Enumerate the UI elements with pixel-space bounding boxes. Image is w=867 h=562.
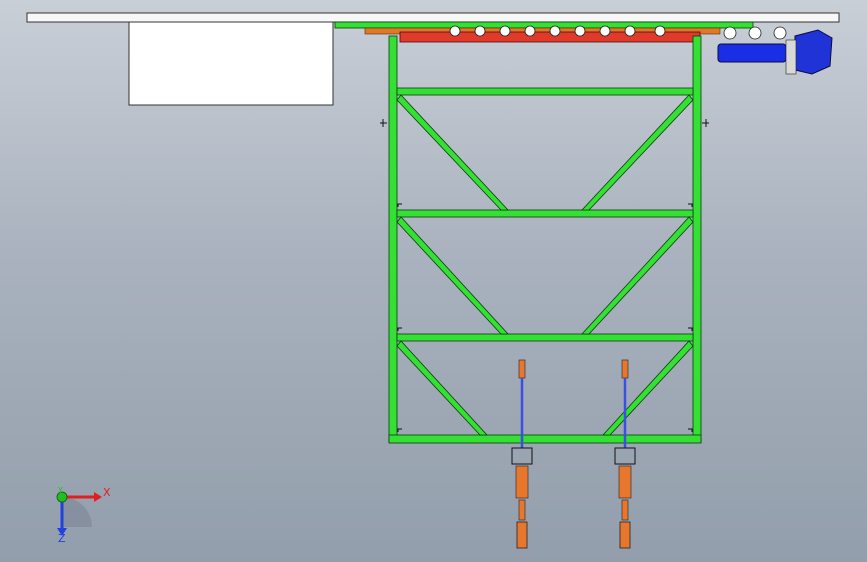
trolley-green-plate [334,21,754,29]
trolley-wheel [474,25,486,37]
trolley-wheel [499,25,511,37]
trolley-wheel [748,26,762,40]
y-axis-label: Y [58,486,63,495]
brace-2r[interactable] [581,216,694,335]
trolley-body [399,31,701,43]
bracket [380,119,387,127]
brace-2l[interactable] [396,216,509,335]
left-column[interactable] [388,35,398,443]
hoist-link [621,499,629,521]
beam-2[interactable] [396,209,694,218]
trolley-wheel [723,26,737,40]
beam-3[interactable] [396,333,694,342]
brace-1l[interactable] [396,94,509,211]
hoist-top-clamp [621,359,629,379]
trolley-wheel [773,26,787,40]
trolley-wheel [524,25,536,37]
hoist-cylinder [618,465,632,499]
trolley-assembly[interactable] [334,21,833,75]
overhead-rail[interactable] [26,12,840,23]
beam-1[interactable] [396,87,694,96]
hoist-top-clamp [518,359,526,379]
bracket [397,428,402,432]
control-cabinet[interactable] [128,21,334,106]
hoist-clamp [511,447,533,465]
hoist-clamp [614,447,636,465]
truss-frame[interactable] [388,35,702,444]
x-axis-label: X [103,486,111,499]
brace-1r[interactable] [581,94,694,211]
bracket [688,327,693,331]
x-arrow-head [94,492,102,502]
cad-viewport[interactable]: X Y Z [0,0,867,562]
trolley-wheel [574,25,586,37]
brace-3r[interactable] [602,340,694,436]
assembly-drawing[interactable] [0,0,867,562]
hoist-left[interactable] [511,359,533,549]
bottom-beam[interactable] [388,434,702,444]
hoist-right[interactable] [614,359,636,549]
bracket [397,327,402,331]
bracket [702,119,709,127]
trolley-wheel [449,25,461,37]
frame-brackets [380,119,709,432]
trolley-wheel [624,25,636,37]
bracket [688,428,693,432]
right-column[interactable] [692,35,702,443]
motor-bracket [785,39,797,75]
z-axis-label: Z [58,532,66,545]
bracket [688,203,693,207]
drive-motor[interactable] [717,43,787,63]
hoist-cylinder [515,465,529,499]
trolley-wheel [599,25,611,37]
coordinate-triad[interactable] [56,491,102,536]
gearbox[interactable] [794,29,833,75]
brace-3l[interactable] [396,340,488,436]
hoist-link [518,499,526,521]
hoist-weight [516,521,528,549]
hoist-weight [619,521,631,549]
bracket [397,203,402,207]
trolley-wheel [549,25,561,37]
trolley-wheel [654,25,666,37]
triad-shadow [62,497,92,527]
